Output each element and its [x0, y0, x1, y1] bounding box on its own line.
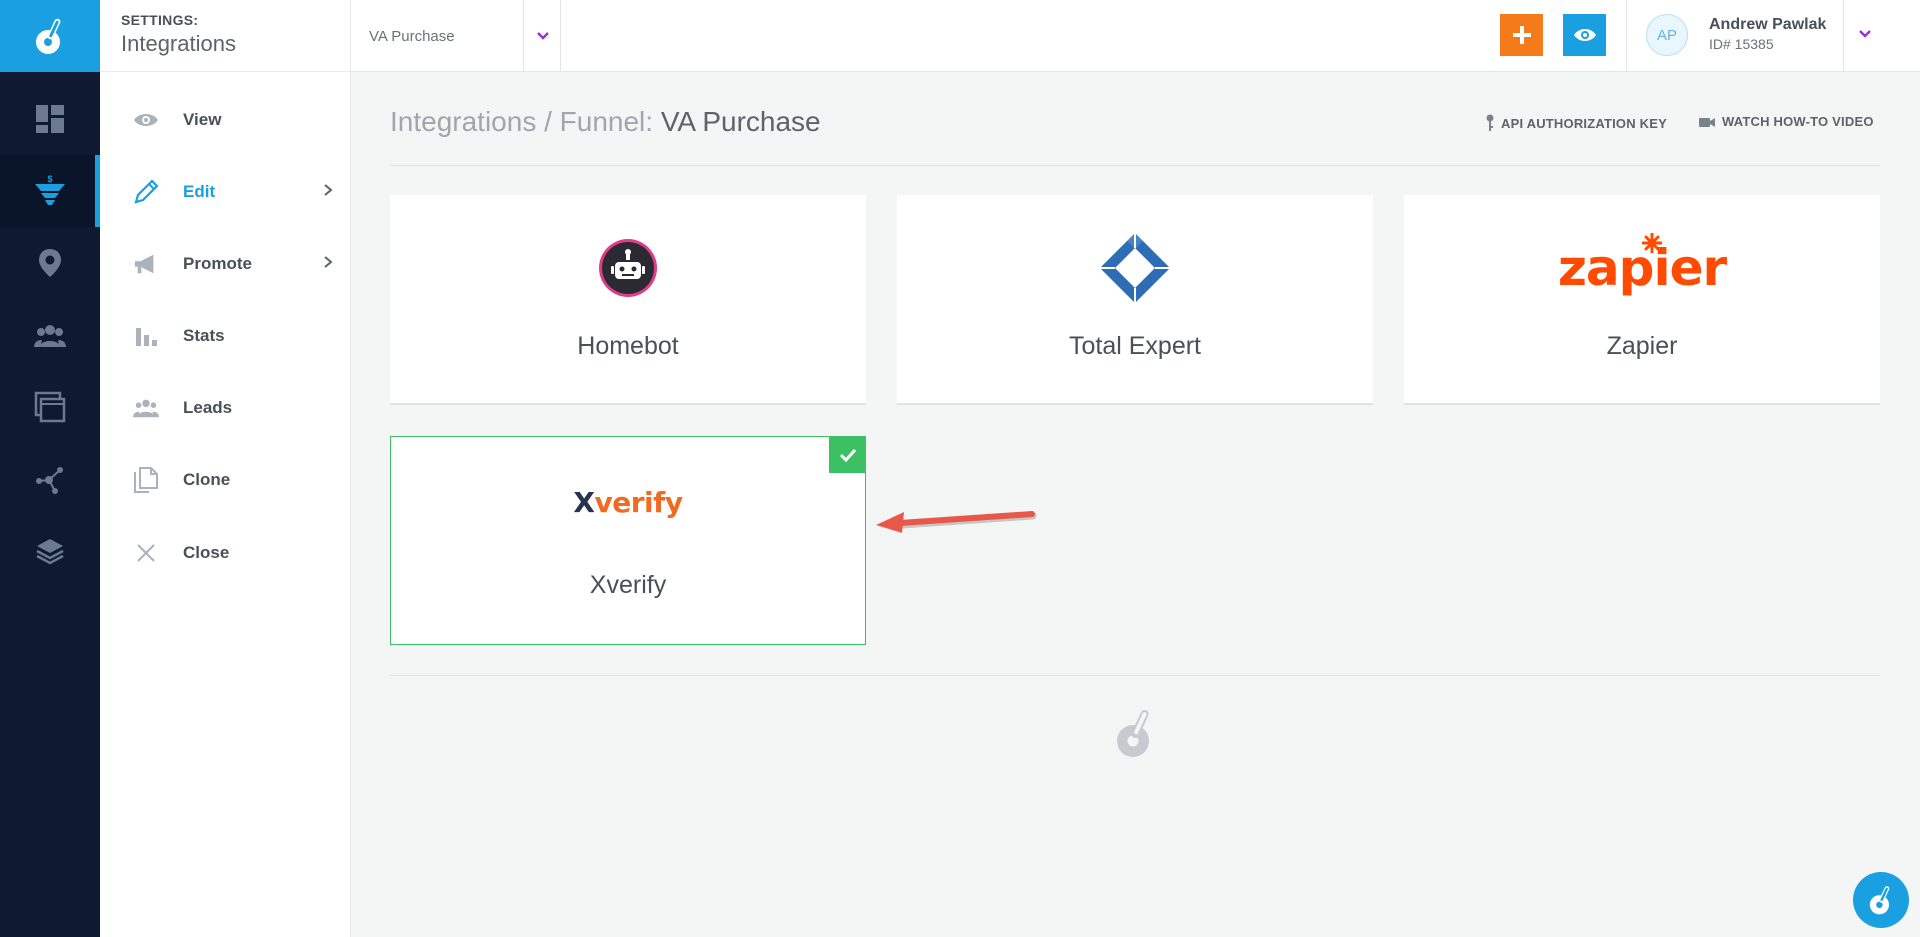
menu-item-close[interactable]: Close: [100, 523, 351, 583]
people-icon: [133, 395, 159, 421]
api-authorization-key-link[interactable]: API AUTHORIZATION KEY: [1485, 114, 1667, 132]
menu-item-edit[interactable]: Edit: [100, 162, 351, 222]
chat-launcher-button[interactable]: [1853, 872, 1909, 928]
app-logo-icon: [36, 18, 61, 54]
eye-icon: [133, 107, 159, 133]
menu-item-view-label: View: [183, 110, 222, 129]
chevron-down-icon: [1859, 30, 1871, 38]
menu-item-stats[interactable]: Stats: [100, 306, 351, 366]
zapier-logo: zapier: [1404, 233, 1880, 303]
user-id: ID# 15385: [1709, 36, 1774, 52]
menu-item-clone[interactable]: Clone: [100, 450, 351, 510]
menu-item-edit-label: Edit: [183, 182, 216, 201]
rail-item-locations[interactable]: [0, 227, 100, 299]
integration-name: Total Expert: [1068, 332, 1201, 360]
app-logo-icon: [1117, 710, 1149, 757]
app-logo-icon: [1869, 886, 1890, 915]
integration-name: Homebot: [577, 332, 679, 360]
menu-item-leads-label: Leads: [183, 398, 233, 417]
total-expert-logo: [897, 233, 1373, 303]
app-logo[interactable]: [0, 0, 100, 72]
menu-item-promote-label: Promote: [183, 254, 252, 273]
watch-how-to-video-label: WATCH HOW-TO VIDEO: [1722, 114, 1874, 129]
checkmark-icon: [839, 448, 856, 462]
integration-card-total-expert[interactable]: Total Expert: [897, 195, 1373, 405]
close-icon: [133, 540, 159, 566]
page-title: Integrations / Funnel: VA Purchase: [390, 106, 821, 138]
user-menu-divider: [1843, 0, 1844, 72]
integrations-node-icon: [36, 467, 63, 494]
dashboard-icon: [36, 105, 64, 133]
chevron-right-icon: [323, 183, 333, 202]
page-title-funnel: VA Purchase: [660, 106, 821, 137]
annotation-arrow: [876, 511, 1037, 533]
topbar-divider: [1626, 0, 1627, 72]
xverify-logo-x: X: [573, 485, 595, 519]
header-divider: [390, 165, 1880, 166]
page-title-prefix: Integrations / Funnel:: [390, 106, 661, 137]
main-nav-rail: $: [0, 0, 100, 937]
settings-sidebar: SETTINGS: Integrations View Edit Promote…: [100, 0, 351, 937]
chevron-down-icon: [536, 32, 549, 40]
svg-text:$: $: [47, 174, 52, 184]
xverify-logo: Xverify: [391, 467, 865, 537]
menu-item-leads[interactable]: Leads: [100, 378, 351, 438]
rail-item-integrations[interactable]: [0, 443, 100, 515]
watch-how-to-video-link[interactable]: WATCH HOW-TO VIDEO: [1698, 114, 1874, 129]
settings-label: SETTINGS:: [121, 12, 199, 28]
funnel-selector-value: VA Purchase: [369, 27, 455, 45]
xverify-logo-rest: verify: [594, 485, 684, 519]
top-bar: VA Purchase AP Andrew Pawlak ID# 15385: [351, 0, 1920, 72]
homebot-logo: [390, 233, 866, 303]
bar-chart-icon: [133, 323, 159, 349]
preview-button[interactable]: [1563, 14, 1606, 56]
menu-item-view[interactable]: View: [100, 90, 351, 150]
rail-item-dashboard[interactable]: [0, 83, 100, 155]
rail-item-contacts[interactable]: [0, 299, 100, 371]
menu-item-close-label: Close: [183, 543, 230, 562]
rail-item-pages[interactable]: [0, 371, 100, 443]
menu-item-stats-label: Stats: [183, 326, 225, 345]
integration-card-xverify[interactable]: Xverify Xverify: [390, 436, 866, 645]
location-pin-icon: [39, 249, 61, 277]
integration-card-zapier[interactable]: zapier Zapier: [1404, 195, 1880, 405]
settings-title: Integrations: [121, 31, 236, 56]
pages-icon: [34, 391, 66, 423]
copy-icon: [133, 467, 159, 493]
settings-header: SETTINGS: Integrations: [100, 0, 351, 72]
footer-logo: [1113, 706, 1157, 765]
rail-item-funnels[interactable]: $: [0, 155, 100, 227]
menu-item-clone-label: Clone: [183, 470, 231, 489]
key-icon: [1486, 114, 1494, 131]
integration-card-homebot[interactable]: Homebot: [390, 195, 866, 405]
plus-icon: [1512, 26, 1531, 44]
integration-name: Xverify: [589, 571, 667, 599]
menu-item-promote[interactable]: Promote: [100, 234, 351, 294]
avatar[interactable]: AP: [1646, 14, 1688, 56]
eye-icon: [1573, 29, 1596, 41]
asterisk-icon: [1641, 233, 1662, 253]
rail-item-layers[interactable]: [0, 515, 100, 587]
chevron-right-icon: [323, 255, 333, 274]
user-name: Andrew Pawlak: [1709, 16, 1827, 33]
funnel-icon: $: [35, 174, 65, 205]
megaphone-icon: [133, 251, 159, 277]
video-camera-icon: [1699, 117, 1715, 127]
footer-divider: [390, 675, 1880, 676]
contacts-icon: [34, 325, 66, 347]
pencil-icon: [133, 179, 159, 205]
user-menu-toggle[interactable]: [1858, 26, 1872, 44]
api-authorization-key-label: API AUTHORIZATION KEY: [1501, 115, 1667, 131]
add-button[interactable]: [1500, 14, 1543, 56]
layers-icon: [36, 539, 64, 565]
funnel-dropdown-toggle[interactable]: [523, 0, 561, 72]
integration-name: Zapier: [1606, 332, 1678, 360]
